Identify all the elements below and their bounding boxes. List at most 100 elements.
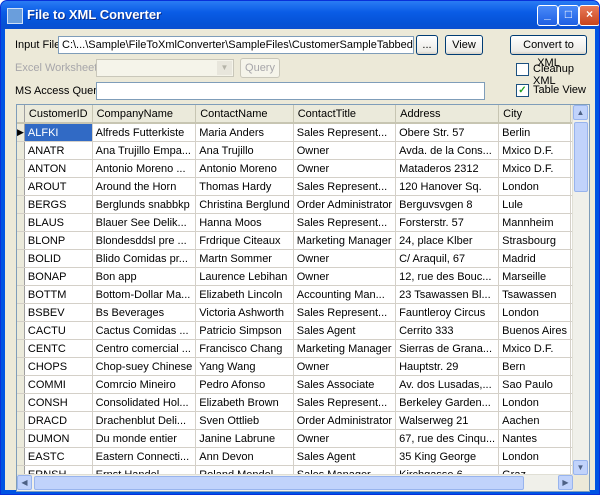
table-row[interactable]: CHOPS Chop-suey Chinese Yang Wang Owner Haup… bbox=[17, 357, 589, 376]
excel-worksheet-select[interactable]: ▼ bbox=[96, 59, 234, 77]
table-cell[interactable]: BOTTM bbox=[24, 285, 93, 304]
row-header[interactable] bbox=[17, 285, 25, 304]
table-cell[interactable]: Madrid bbox=[498, 249, 571, 268]
table-cell[interactable]: 12, rue des Bouc... bbox=[395, 267, 500, 286]
table-cell[interactable]: Sierras de Grana... bbox=[395, 339, 500, 358]
table-cell[interactable]: Sven Ottlieb bbox=[195, 411, 294, 430]
table-cell[interactable]: Antonio Moreno ... bbox=[92, 159, 197, 178]
table-cell[interactable]: Drachenblut Deli... bbox=[92, 411, 197, 430]
table-cell[interactable]: Maria Anders bbox=[195, 123, 294, 142]
table-row[interactable]: CENTC Centro comercial ... Francisco Chang… bbox=[17, 339, 589, 358]
table-cell[interactable]: Mannheim bbox=[498, 213, 571, 232]
table-cell[interactable]: AROUT bbox=[24, 177, 93, 196]
row-header[interactable] bbox=[17, 213, 25, 232]
table-cell[interactable]: 35 King George bbox=[395, 447, 500, 466]
column-header[interactable]: ContactTitle bbox=[293, 105, 397, 124]
table-cell[interactable]: CHOPS bbox=[24, 357, 93, 376]
table-cell[interactable]: Owner bbox=[293, 159, 397, 178]
table-cell[interactable]: Fauntleroy Circus bbox=[395, 303, 500, 322]
table-row[interactable]: BOTTM Bottom-Dollar Ma... Elizabeth Lincol… bbox=[17, 285, 589, 304]
row-header[interactable] bbox=[17, 141, 25, 160]
table-row[interactable]: DUMON Du monde entier Janine Labrune Owner 6… bbox=[17, 429, 589, 448]
table-row[interactable]: CACTU Cactus Comidas ... Patricio Simpson S… bbox=[17, 321, 589, 340]
scroll-left-icon[interactable]: ◀ bbox=[17, 475, 32, 490]
table-cell[interactable]: Victoria Ashworth bbox=[195, 303, 294, 322]
table-cell[interactable]: Mxico D.F. bbox=[498, 159, 571, 178]
table-cell[interactable]: 24, place Klber bbox=[395, 231, 500, 250]
table-cell[interactable]: Francisco Chang bbox=[195, 339, 294, 358]
table-cell[interactable]: EASTC bbox=[24, 447, 93, 466]
table-row[interactable]: EASTC Eastern Connecti... Ann Devon Sales A… bbox=[17, 447, 589, 466]
table-cell[interactable]: Sales Represent... bbox=[293, 393, 397, 412]
table-cell[interactable]: Owner bbox=[293, 429, 397, 448]
table-cell[interactable]: Hauptstr. 29 bbox=[395, 357, 500, 376]
horizontal-scroll-thumb[interactable] bbox=[34, 476, 524, 490]
table-cell[interactable]: Alfreds Futterkiste bbox=[92, 123, 197, 142]
table-cell[interactable]: Avda. de la Cons... bbox=[395, 141, 500, 160]
table-cell[interactable]: London bbox=[498, 447, 571, 466]
table-cell[interactable]: Cactus Comidas ... bbox=[92, 321, 197, 340]
table-cell[interactable]: COMMI bbox=[24, 375, 93, 394]
table-cell[interactable]: Hanna Moos bbox=[195, 213, 294, 232]
table-cell[interactable]: Marketing Manager bbox=[293, 231, 397, 250]
table-cell[interactable]: Av. dos Lusadas,... bbox=[395, 375, 500, 394]
table-cell[interactable]: 120 Hanover Sq. bbox=[395, 177, 500, 196]
table-cell[interactable]: Mxico D.F. bbox=[498, 141, 571, 160]
row-header[interactable]: ▶ bbox=[17, 123, 25, 142]
table-cell[interactable]: Pedro Afonso bbox=[195, 375, 294, 394]
table-cell[interactable]: Eastern Connecti... bbox=[92, 447, 197, 466]
table-cell[interactable]: Comrcio Mineiro bbox=[92, 375, 197, 394]
table-cell[interactable]: Aachen bbox=[498, 411, 571, 430]
table-cell[interactable]: Nantes bbox=[498, 429, 571, 448]
row-header[interactable] bbox=[17, 339, 25, 358]
table-cell[interactable]: DRACD bbox=[24, 411, 93, 430]
table-cell[interactable]: Owner bbox=[293, 357, 397, 376]
close-button[interactable]: × bbox=[579, 5, 599, 26]
table-cell[interactable]: Buenos Aires bbox=[498, 321, 571, 340]
table-cell[interactable]: BERGS bbox=[24, 195, 93, 214]
table-cell[interactable]: Frdrique Citeaux bbox=[195, 231, 294, 250]
table-cell[interactable]: Janine Labrune bbox=[195, 429, 294, 448]
table-row[interactable]: ▶ ALFKI Alfreds Futterkiste Maria Anders Sal… bbox=[17, 123, 589, 142]
row-header[interactable] bbox=[17, 447, 25, 466]
cleanup-xml-checkbox[interactable] bbox=[516, 63, 529, 76]
input-file-field[interactable]: C:\...\Sample\FileToXmlConverter\SampleF… bbox=[58, 36, 414, 54]
table-cell[interactable]: Thomas Hardy bbox=[195, 177, 294, 196]
table-row[interactable]: ANATR Ana Trujillo Empa... Ana Trujillo Own… bbox=[17, 141, 589, 160]
table-cell[interactable]: Sao Paulo bbox=[498, 375, 571, 394]
table-row[interactable]: CONSH Consolidated Hol... Elizabeth Brown S… bbox=[17, 393, 589, 412]
table-cell[interactable]: Christina Berglund bbox=[195, 195, 294, 214]
table-cell[interactable]: Sales Agent bbox=[293, 321, 397, 340]
table-row[interactable]: BLAUS Blauer See Delik... Hanna Moos Sales … bbox=[17, 213, 589, 232]
browse-button[interactable]: ... bbox=[416, 35, 438, 55]
table-cell[interactable]: Obere Str. 57 bbox=[395, 123, 500, 142]
access-query-field[interactable] bbox=[96, 82, 485, 100]
table-cell[interactable]: Bottom-Dollar Ma... bbox=[92, 285, 197, 304]
table-cell[interactable]: Mataderos 2312 bbox=[395, 159, 500, 178]
maximize-button[interactable]: □ bbox=[558, 5, 579, 26]
table-cell[interactable]: Sales Represent... bbox=[293, 177, 397, 196]
table-cell[interactable]: Around the Horn bbox=[92, 177, 197, 196]
column-header[interactable]: CompanyName bbox=[92, 105, 197, 124]
table-cell[interactable]: Berlin bbox=[498, 123, 571, 142]
table-cell[interactable]: Order Administrator bbox=[293, 411, 397, 430]
row-header[interactable] bbox=[17, 357, 25, 376]
table-cell[interactable]: Elizabeth Brown bbox=[195, 393, 294, 412]
row-header[interactable] bbox=[17, 177, 25, 196]
table-cell[interactable]: London bbox=[498, 177, 571, 196]
convert-to-xml-button[interactable]: Convert to XML bbox=[510, 35, 587, 69]
table-cell[interactable]: Centro comercial ... bbox=[92, 339, 197, 358]
table-cell[interactable]: Strasbourg bbox=[498, 231, 571, 250]
table-cell[interactable]: Consolidated Hol... bbox=[92, 393, 197, 412]
scroll-right-icon[interactable]: ▶ bbox=[558, 475, 573, 490]
table-cell[interactable]: Owner bbox=[293, 141, 397, 160]
table-cell[interactable]: Marseille bbox=[498, 267, 571, 286]
table-cell[interactable]: Berkeley Garden... bbox=[395, 393, 500, 412]
view-button[interactable]: View bbox=[445, 35, 483, 55]
table-cell[interactable]: CACTU bbox=[24, 321, 93, 340]
table-cell[interactable]: Owner bbox=[293, 249, 397, 268]
table-cell[interactable]: Du monde entier bbox=[92, 429, 197, 448]
table-cell[interactable]: Bon app bbox=[92, 267, 197, 286]
table-row[interactable]: BLONP Blondesddsl pre ... Frdrique Citeaux… bbox=[17, 231, 589, 250]
table-cell[interactable]: BSBEV bbox=[24, 303, 93, 322]
